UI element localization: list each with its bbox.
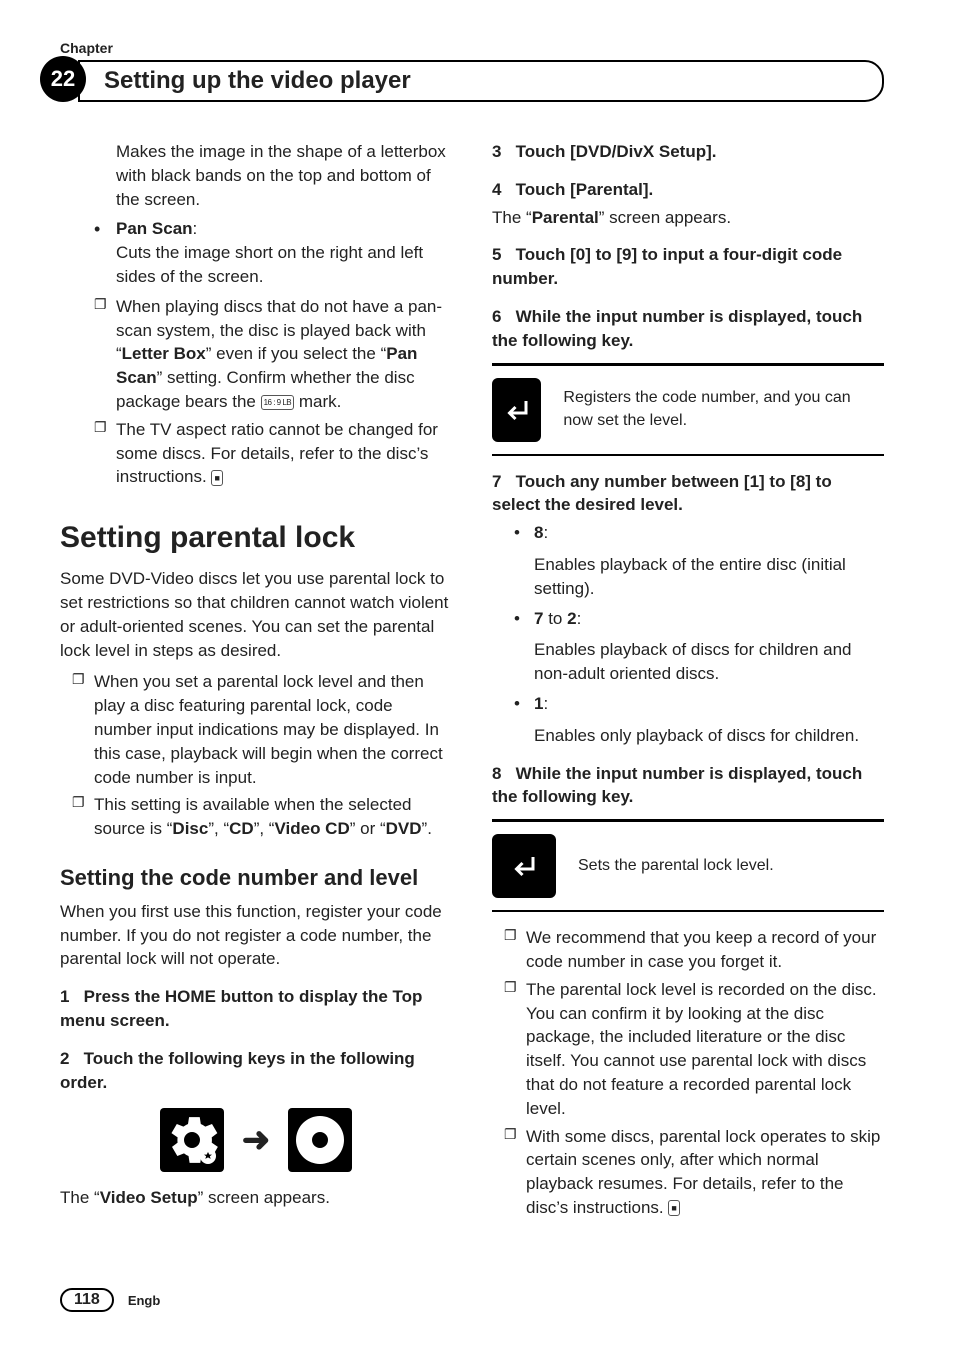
pn2-e: ”.: [422, 819, 432, 838]
pan-scan-desc: Cuts the image short on the right and le…: [116, 243, 423, 286]
pn2-c: ”, “: [254, 819, 275, 838]
note-letterbox: When playing discs that do not have a pa…: [94, 295, 452, 414]
level-8-item: 8:: [514, 521, 884, 545]
left-column: Makes the image in the shape of a letter…: [60, 140, 452, 1226]
step6-key-desc: Registers the code number, and you can n…: [563, 387, 884, 432]
lvl1-label: 1: [534, 694, 543, 713]
step6-num: 6: [492, 307, 501, 326]
vs-bold: Video Setup: [100, 1188, 198, 1207]
disc-icon: [288, 1108, 352, 1172]
tail-note-3: With some discs, parental lock operates …: [504, 1125, 884, 1220]
chapter-label: Chapter: [60, 40, 113, 56]
step-7: 7 Touch any number between [1] to [8] to…: [492, 470, 884, 518]
step4-text: Touch [Parental].: [516, 180, 654, 199]
note1-text-b: ” even if you select the “: [206, 344, 386, 363]
step4-num: 4: [492, 180, 501, 199]
parental-lock-heading: Setting parental lock: [60, 517, 452, 559]
step2-text: Touch the following keys in the followin…: [60, 1049, 415, 1092]
parental-note-1: When you set a parental lock level and t…: [72, 670, 452, 789]
arrow-right-icon: ➜: [242, 1117, 271, 1165]
step5-text: Touch [0] to [9] to input a four-digit c…: [492, 245, 842, 288]
pn2-b: ”, “: [208, 819, 229, 838]
level-1-item: 1:: [514, 692, 884, 716]
page-footer: 118 Engb: [60, 1288, 160, 1312]
step8-key-row: Sets the parental lock level.: [492, 826, 884, 906]
divider: [492, 910, 884, 912]
end-section-icon: ■: [668, 1200, 679, 1216]
vs-a: The “: [60, 1188, 100, 1207]
s4a-bold: Parental: [532, 208, 599, 227]
video-setup-appears: The “Video Setup” screen appears.: [60, 1186, 452, 1210]
note1-text-d: mark.: [294, 392, 341, 411]
settings-gear-icon: [160, 1108, 224, 1172]
step8-key-desc: Sets the parental lock level.: [578, 855, 774, 877]
s4a-a: The “: [492, 208, 532, 227]
step6-key-row: Registers the code number, and you can n…: [492, 370, 884, 450]
step-4: 4 Touch [Parental].: [492, 178, 884, 202]
enter-key-icon: [492, 834, 556, 898]
letterbox-desc: Makes the image in the shape of a letter…: [116, 140, 452, 211]
note2-text: The TV aspect ratio cannot be changed fo…: [116, 420, 438, 487]
vs-b: ” screen appears.: [198, 1188, 330, 1207]
pn2-d: ” or “: [350, 819, 386, 838]
step-5: 5 Touch [0] to [9] to input a four-digit…: [492, 243, 884, 291]
chapter-title: Setting up the video player: [78, 60, 884, 102]
note1-letterbox: Letter Box: [122, 344, 206, 363]
step7-num: 7: [492, 472, 501, 491]
pn2-dvd: DVD: [386, 819, 422, 838]
step3-num: 3: [492, 142, 501, 161]
language-label: Engb: [128, 1293, 161, 1308]
pn2-vcd: Video CD: [274, 819, 349, 838]
level-7-2-desc: Enables playback of discs for children a…: [534, 638, 884, 686]
step1-num: 1: [60, 987, 69, 1006]
step2-icon-sequence: ➜: [60, 1108, 452, 1172]
step-6: 6 While the input number is displayed, t…: [492, 305, 884, 353]
pan-scan-label: Pan Scan: [116, 219, 193, 238]
code-level-body: When you first use this function, regist…: [60, 900, 452, 971]
step1-text: Press the HOME button to display the Top…: [60, 987, 422, 1030]
lvl72-b: 2: [567, 609, 576, 628]
s4a-b: ” screen appears.: [599, 208, 731, 227]
tail3-text: With some discs, parental lock operates …: [526, 1127, 880, 1217]
step8-num: 8: [492, 764, 501, 783]
pn2-cd: CD: [229, 819, 254, 838]
tail-note-2: The parental lock level is recorded on t…: [504, 978, 884, 1121]
level-1-desc: Enables only playback of discs for child…: [534, 724, 884, 748]
lvl72-to: to: [543, 609, 567, 628]
note-aspect-ratio: The TV aspect ratio cannot be changed fo…: [94, 418, 452, 489]
divider: [492, 819, 884, 822]
divider: [492, 363, 884, 366]
step5-num: 5: [492, 245, 501, 264]
enter-key-icon: [492, 378, 541, 442]
tail-note-1: We recommend that you keep a record of y…: [504, 926, 884, 974]
step-1: 1 Press the HOME button to display the T…: [60, 985, 452, 1033]
step-3: 3 Touch [DVD/DivX Setup].: [492, 140, 884, 164]
pn2-disc: Disc: [172, 819, 208, 838]
parental-note-2: This setting is available when the selec…: [72, 793, 452, 841]
page-number: 118: [60, 1288, 114, 1312]
step6-text: While the input number is displayed, tou…: [492, 307, 862, 350]
chapter-number-badge: 22: [40, 56, 86, 102]
step8-text: While the input number is displayed, tou…: [492, 764, 862, 807]
lvl8-label: 8: [534, 523, 543, 542]
step-2: 2 Touch the following keys in the follow…: [60, 1047, 452, 1095]
parental-lock-body: Some DVD-Video discs let you use parenta…: [60, 567, 452, 662]
level-8-desc: Enables playback of the entire disc (ini…: [534, 553, 884, 601]
divider: [492, 454, 884, 456]
step2-num: 2: [60, 1049, 69, 1068]
step7-text: Touch any number between [1] to [8] to s…: [492, 472, 832, 515]
parental-screen-appears: The “Parental” screen appears.: [492, 206, 884, 230]
code-level-heading: Setting the code number and level: [60, 863, 452, 894]
right-column: 3 Touch [DVD/DivX Setup]. 4 Touch [Paren…: [492, 140, 884, 1226]
step-8: 8 While the input number is displayed, t…: [492, 762, 884, 810]
end-section-icon: ■: [211, 470, 222, 486]
lb-mark-icon: 16 : 9 LB: [261, 395, 295, 410]
step3-text: Touch [DVD/DivX Setup].: [516, 142, 717, 161]
level-7-2-item: 7 to 2:: [514, 607, 884, 631]
pan-scan-item: Pan Scan: Cuts the image short on the ri…: [94, 217, 452, 288]
